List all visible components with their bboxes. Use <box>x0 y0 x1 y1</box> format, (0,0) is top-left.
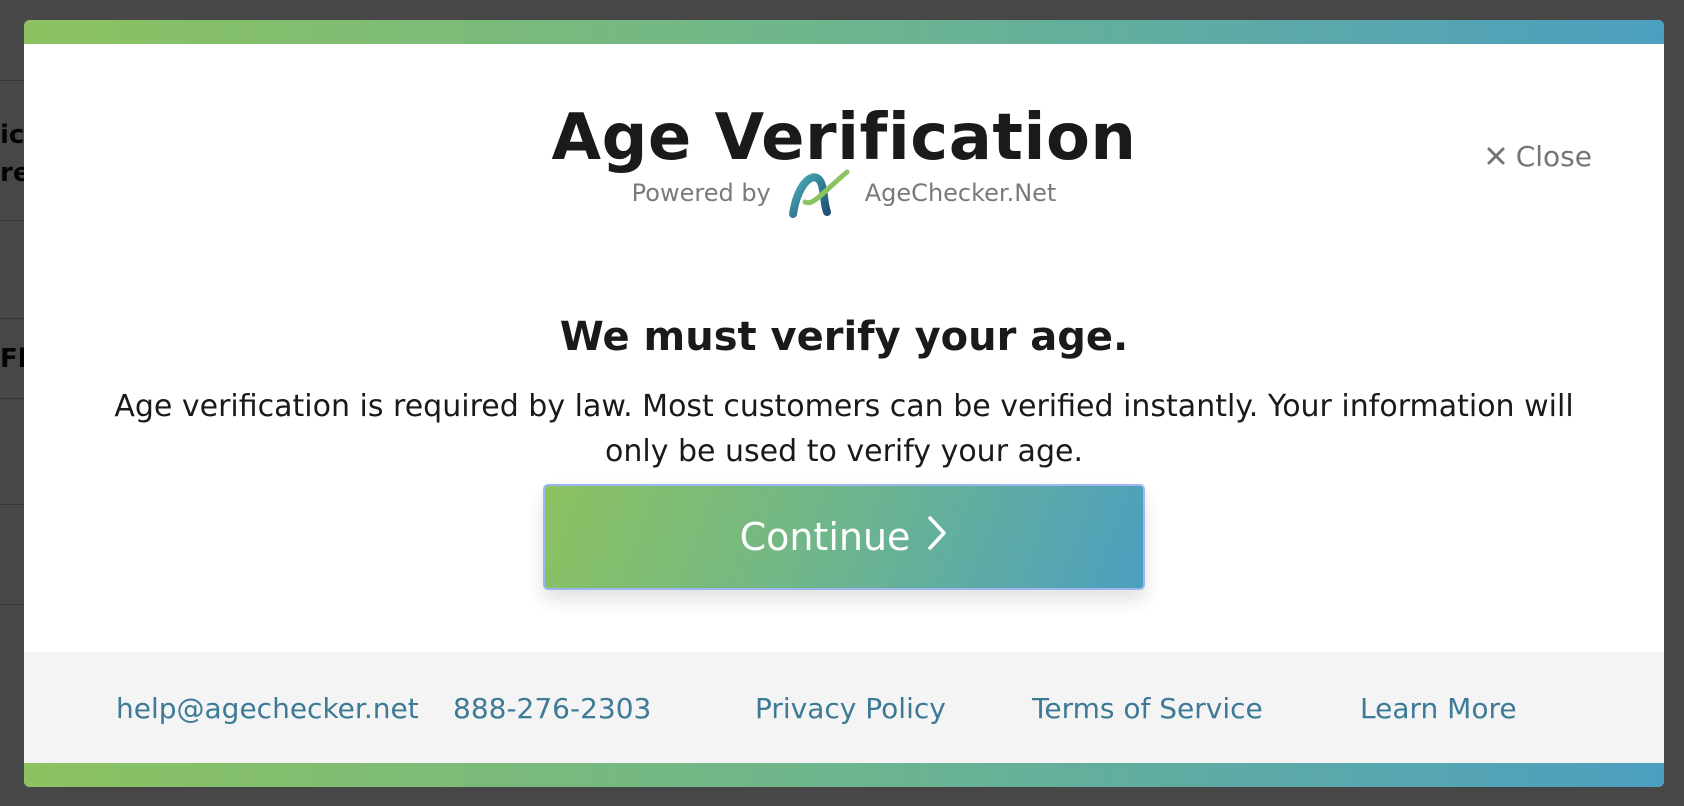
brand-name: AgeChecker.Net <box>864 179 1057 207</box>
continue-button[interactable]: Continue <box>543 484 1145 590</box>
modal-title: Age Verification <box>551 101 1137 175</box>
verify-description: Age verification is required by law. Mos… <box>114 389 1574 469</box>
continue-label: Continue <box>739 515 911 559</box>
x-icon <box>1486 140 1506 173</box>
terms-of-service-link[interactable]: Terms of Service <box>1032 692 1263 725</box>
chevron-right-icon <box>926 515 948 560</box>
close-button[interactable]: Close <box>1486 140 1592 173</box>
top-gradient-bar <box>24 20 1664 44</box>
verify-heading: We must verify your age. <box>559 314 1129 360</box>
phone-link[interactable]: 888-276-2303 <box>453 692 651 725</box>
help-email-link[interactable]: help@agechecker.net <box>116 692 419 725</box>
age-verification-modal: Age Verification Powered by AgeChecker.N… <box>24 20 1664 787</box>
bottom-gradient-bar <box>24 763 1664 787</box>
learn-more-link[interactable]: Learn More <box>1360 692 1517 725</box>
modal-footer: help@agechecker.net 888-276-2303 Privacy… <box>24 652 1664 763</box>
agechecker-logo-icon <box>787 168 851 218</box>
privacy-policy-link[interactable]: Privacy Policy <box>755 692 946 725</box>
close-label: Close <box>1515 140 1592 173</box>
powered-by-label: Powered by <box>631 179 771 207</box>
powered-by: Powered by AgeChecker.Net <box>24 168 1664 218</box>
